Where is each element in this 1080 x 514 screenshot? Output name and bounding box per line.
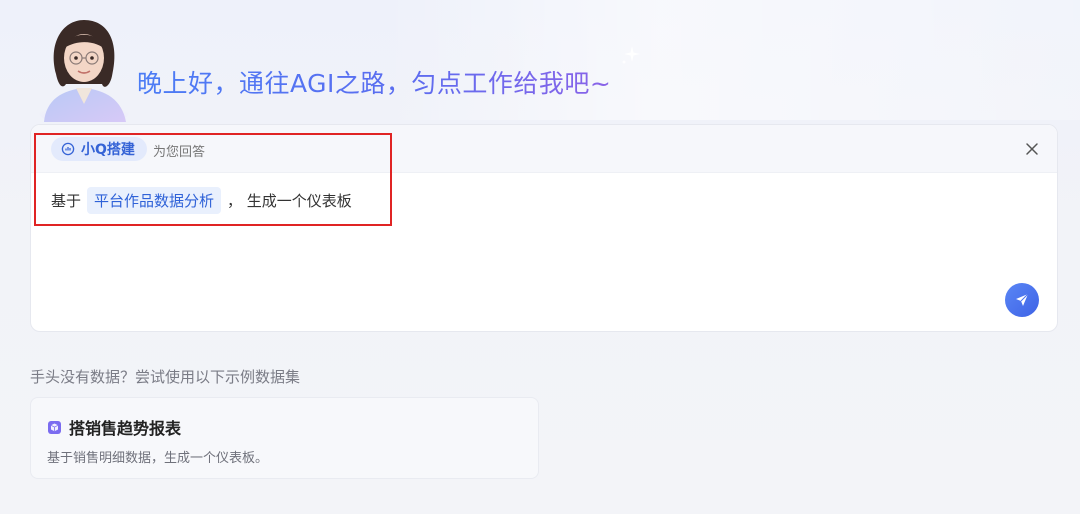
send-button[interactable] bbox=[1005, 283, 1039, 317]
chart-bubble-icon bbox=[61, 142, 75, 156]
background-glow bbox=[380, 0, 1080, 120]
agent-name: 小Q搭建 bbox=[81, 142, 135, 158]
sparkle-icon bbox=[622, 46, 640, 64]
greeting-title: 晚上好，通往AGI之路，匀点工作给我吧~ bbox=[137, 64, 611, 100]
sample-title: 搭销售趋势报表 bbox=[47, 415, 181, 439]
sample-description: 基于销售明细数据，生成一个仪表板。 bbox=[47, 451, 269, 466]
prompt-suffix: ， 生成一个仪表板 bbox=[227, 192, 352, 210]
agent-answer-label: 为您回答 bbox=[153, 145, 206, 160]
prompt-prefix: 基于 bbox=[51, 192, 82, 210]
prompt-card: 小Q搭建 为您回答 基于 平台作品数据分析 ， 生成一个仪表板 bbox=[30, 124, 1058, 332]
sample-dataset-card[interactable]: 搭销售趋势报表 基于销售明细数据，生成一个仪表板。 bbox=[30, 397, 539, 479]
close-icon[interactable] bbox=[1023, 140, 1041, 158]
prompt-slot-dataset[interactable]: 平台作品数据分析 bbox=[87, 187, 222, 214]
assistant-avatar bbox=[38, 20, 130, 122]
agent-chip[interactable]: 小Q搭建 bbox=[51, 137, 147, 161]
prompt-card-header: 小Q搭建 为您回答 bbox=[31, 125, 1057, 173]
send-icon bbox=[1016, 293, 1029, 306]
dataset-hint: 手头没有数据？尝试使用以下示例数据集 bbox=[30, 368, 301, 386]
prompt-input[interactable]: 基于 平台作品数据分析 ， 生成一个仪表板 bbox=[51, 187, 352, 214]
cube-icon bbox=[48, 420, 61, 434]
sample-title-text: 搭销售趋势报表 bbox=[69, 419, 182, 438]
